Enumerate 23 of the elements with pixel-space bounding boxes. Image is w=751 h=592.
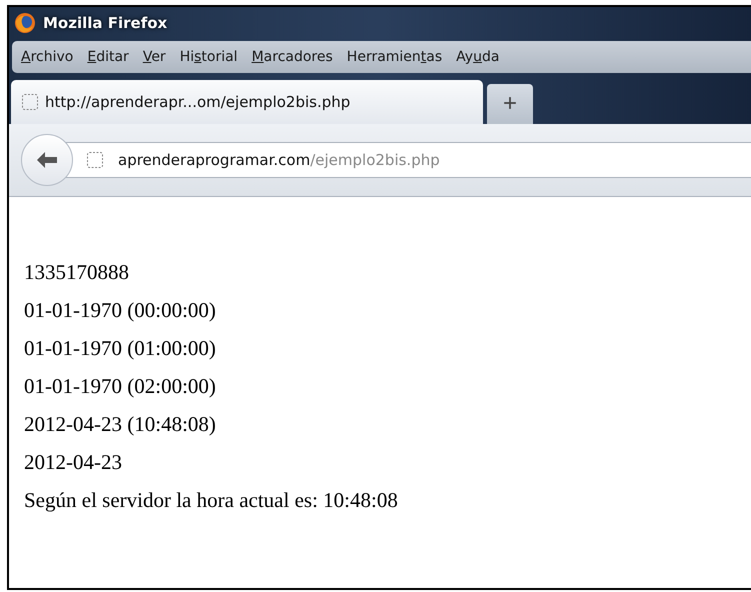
- output-line: 2012-04-23: [24, 449, 122, 476]
- menu-item[interactable]: Ayuda: [449, 45, 506, 69]
- back-arrow-icon: [36, 151, 58, 169]
- new-tab-button[interactable]: +: [487, 84, 533, 124]
- address-field[interactable]: aprenderaprogramar.com/ejemplo2bis.php: [65, 142, 751, 178]
- menu-item[interactable]: Historial: [172, 45, 245, 69]
- menu-item[interactable]: Marcadores: [244, 45, 340, 69]
- output-line: 1335170888: [24, 259, 129, 286]
- menu-item[interactable]: Archivo: [14, 45, 80, 69]
- menu-item[interactable]: Editar: [80, 45, 136, 69]
- browser-tab[interactable]: http://aprenderapr...om/ejemplo2bis.php: [11, 80, 483, 124]
- output-line: 2012-04-23 (10:48:08): [24, 411, 216, 438]
- menu-item[interactable]: Herramientas: [340, 45, 450, 69]
- output-line: 01-01-1970 (01:00:00): [24, 335, 216, 362]
- output-line: 01-01-1970 (02:00:00): [24, 373, 216, 400]
- output-line: Según el servidor la hora actual es: 10:48:08: [24, 487, 398, 514]
- menu-item[interactable]: Ver: [136, 45, 173, 69]
- window-title: Mozilla Firefox: [43, 14, 168, 32]
- browser-logo-icon: [14, 12, 36, 34]
- page-icon: [21, 93, 39, 111]
- back-button[interactable]: [21, 134, 73, 186]
- output-line: 01-01-1970 (00:00:00): [24, 297, 216, 324]
- page-icon: [86, 151, 104, 169]
